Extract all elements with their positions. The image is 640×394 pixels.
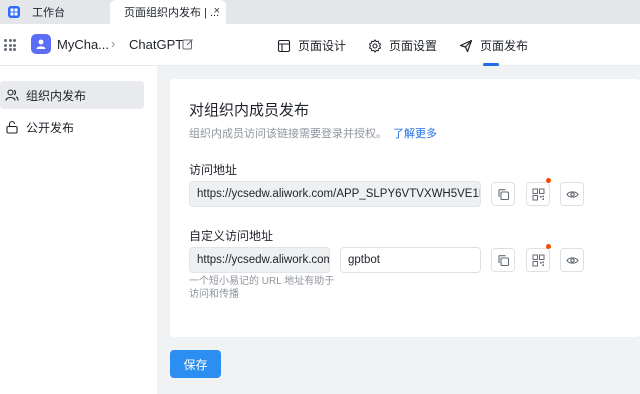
eye-icon bbox=[565, 190, 579, 198]
learn-more-link[interactable]: 了解更多 bbox=[393, 128, 437, 140]
tab-page-settings[interactable]: 页面设置 bbox=[368, 37, 437, 54]
eye-icon bbox=[565, 256, 579, 264]
send-icon bbox=[459, 39, 473, 52]
custom-url-hint: 一个短小易记的 URL 地址有助于访问和传播 bbox=[189, 276, 335, 300]
qrcode-button[interactable] bbox=[526, 248, 550, 272]
copy-icon bbox=[497, 254, 509, 266]
new-badge-dot bbox=[546, 178, 551, 183]
sidebar-item-org-publish[interactable]: 组织内发布 bbox=[0, 81, 144, 109]
tab-close-icon[interactable]: × bbox=[214, 5, 220, 17]
tab-page-design-label: 页面设计 bbox=[298, 39, 347, 53]
tab-page-settings-label: 页面设置 bbox=[389, 39, 438, 53]
card-description-text: 组织内成员访问该链接需要登录并授权。 bbox=[189, 128, 387, 140]
qrcode-button[interactable] bbox=[526, 182, 550, 206]
apps-grid-icon[interactable] bbox=[4, 39, 16, 51]
qrcode-icon bbox=[532, 188, 544, 200]
sidebar: 组织内发布 公开发布 bbox=[0, 66, 157, 394]
edit-icon[interactable] bbox=[182, 38, 194, 50]
tab-page-publish-nav[interactable]: 页面发布 bbox=[459, 37, 528, 54]
qrcode-icon bbox=[532, 254, 544, 266]
custom-url-label: 自定义访问地址 bbox=[189, 229, 274, 243]
workbench-icon bbox=[8, 6, 20, 18]
sidebar-item-public-publish[interactable]: 公开发布 bbox=[0, 113, 144, 141]
gear-icon bbox=[368, 38, 382, 53]
sidebar-item-label: 组织内发布 bbox=[26, 88, 87, 103]
preview-button[interactable] bbox=[560, 182, 584, 206]
app-header: MyCha... › ChatGPT 页面设计 页面设置 页面发布 bbox=[0, 24, 640, 66]
card-description: 组织内成员访问该链接需要登录并授权。 了解更多 bbox=[189, 125, 437, 141]
custom-url-prefix-field: https://ycsedw.aliwork.com bbox=[189, 247, 330, 273]
access-url-label: 访问地址 bbox=[189, 163, 238, 177]
page-name: ChatGPT bbox=[129, 37, 184, 52]
tab-page-publish-nav-label: 页面发布 bbox=[480, 39, 529, 53]
access-url-field[interactable]: https://ycsedw.aliwork.com/APP_SLPY6VTVX… bbox=[189, 181, 481, 207]
app-name[interactable]: MyCha... bbox=[57, 37, 109, 52]
tab-page-design[interactable]: 页面设计 bbox=[277, 37, 346, 54]
active-tab-indicator bbox=[483, 63, 499, 66]
tab-workbench[interactable]: 工作台 bbox=[0, 0, 110, 24]
preview-button[interactable] bbox=[560, 248, 584, 272]
tab-page-publish-label: 页面组织内发布 | ... bbox=[124, 7, 220, 19]
copy-button[interactable] bbox=[491, 248, 515, 272]
copy-icon bbox=[497, 188, 509, 200]
publish-settings-card: 对组织内成员发布 组织内成员访问该链接需要登录并授权。 了解更多 访问地址 htt… bbox=[170, 79, 640, 337]
card-title: 对组织内成员发布 bbox=[189, 102, 310, 119]
save-button[interactable]: 保存 bbox=[170, 350, 221, 378]
new-badge-dot bbox=[546, 244, 551, 249]
custom-url-suffix-input[interactable]: gptbot bbox=[340, 247, 481, 273]
copy-button[interactable] bbox=[491, 182, 515, 206]
layout-icon bbox=[277, 39, 291, 52]
unlock-icon bbox=[6, 120, 18, 134]
app-logo-icon bbox=[31, 34, 51, 54]
tab-workbench-label: 工作台 bbox=[32, 7, 65, 19]
users-icon bbox=[5, 89, 19, 101]
breadcrumb-separator: › bbox=[111, 36, 116, 51]
browser-tab-bar: 工作台 页面组织内发布 | ... × bbox=[0, 0, 640, 24]
tab-page-publish[interactable]: 页面组织内发布 | ... × bbox=[110, 0, 226, 24]
sidebar-item-label: 公开发布 bbox=[26, 120, 75, 135]
